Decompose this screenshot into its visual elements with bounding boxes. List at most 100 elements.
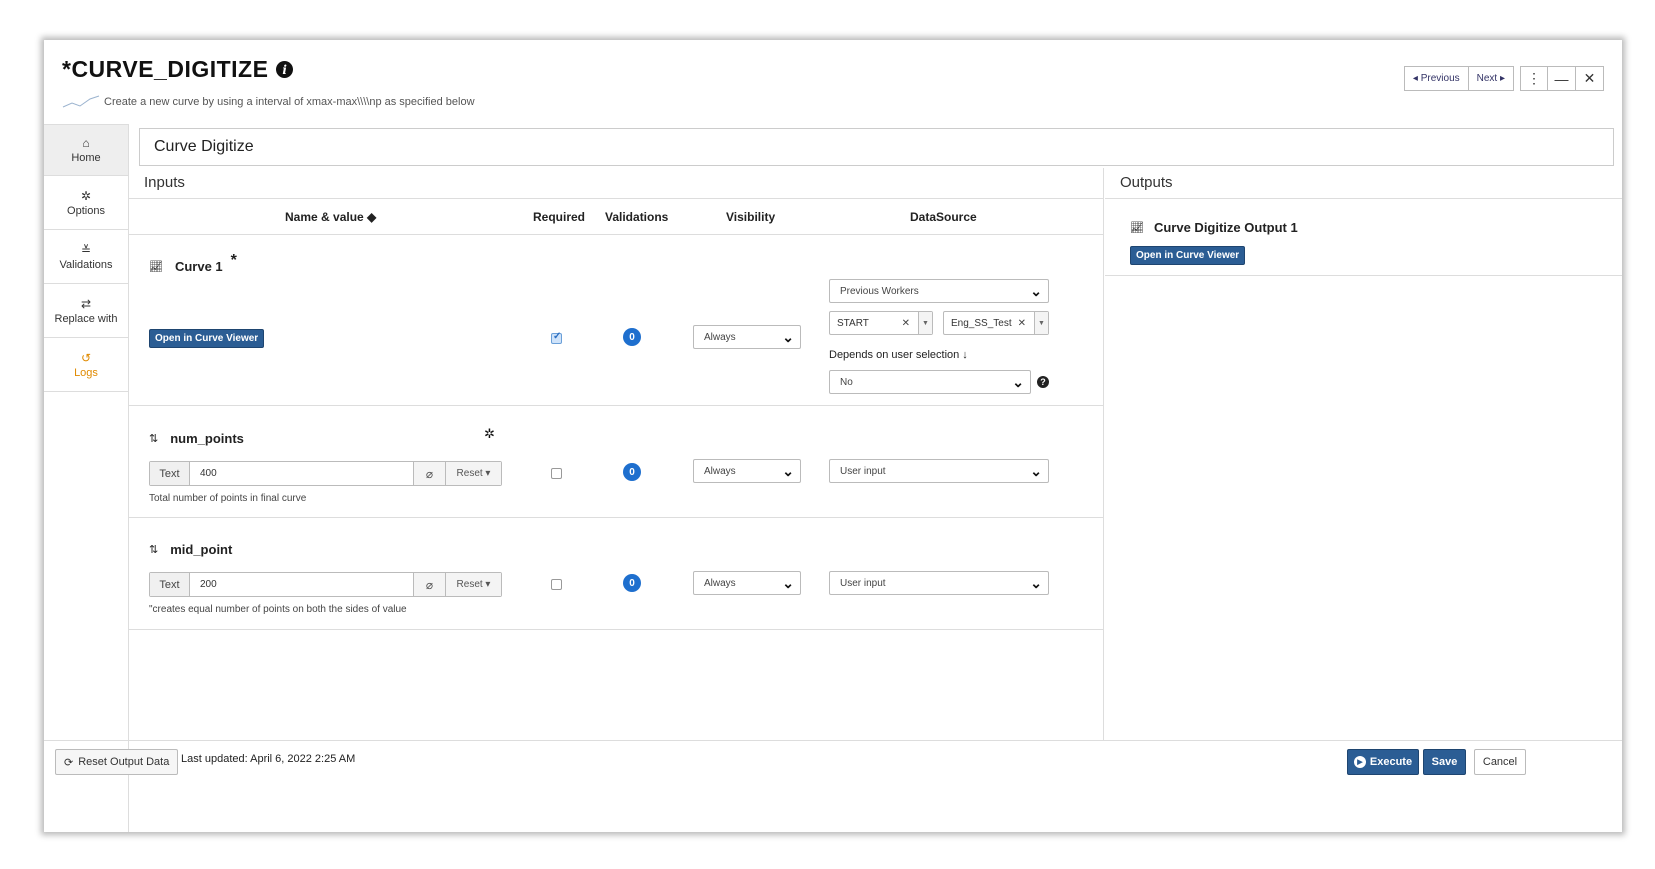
param-name-label: num_points <box>170 431 244 446</box>
curve-icon <box>62 95 100 108</box>
sidebar-item-label: Logs <box>74 366 98 379</box>
open-curve-viewer-button[interactable]: Open in Curve Viewer <box>149 329 265 348</box>
output-name-label: Curve Digitize Output 1 <box>1153 220 1298 235</box>
datasource-select[interactable]: User input ⌄ <box>829 571 1049 595</box>
type-addon: Text <box>150 462 190 485</box>
output-open-curve-viewer-button[interactable]: Open in Curve Viewer <box>1130 246 1246 265</box>
cancel-button[interactable]: Cancel <box>1474 749 1526 775</box>
column-header-required: Required <box>533 210 586 224</box>
curve-name: 📈︎ Curve 1 * <box>149 252 237 275</box>
sidebar-item-logs[interactable]: ↺ Logs <box>44 338 128 392</box>
num-points-input[interactable]: 400 <box>190 462 413 485</box>
save-button[interactable]: Save <box>1423 749 1466 775</box>
visibility-value: Always <box>704 465 736 477</box>
reset-output-data-button[interactable]: ⟳ Reset Output Data <box>55 749 179 775</box>
chevron-down-icon: ⌄ <box>1030 463 1042 479</box>
previous-button[interactable]: ◂ Previous <box>1403 66 1469 91</box>
visibility-select[interactable]: Always ⌄ <box>693 325 801 349</box>
title-text: *CURVE_DIGITIZE <box>62 56 269 82</box>
sidebar: ⌂ Home ✲ Options ≚ Validations ⇄ Replace… <box>44 124 129 832</box>
caret-down-icon[interactable]: ▼ <box>918 312 932 334</box>
name-field[interactable]: Curve Digitize <box>139 128 1614 166</box>
required-mark: * <box>230 252 237 269</box>
required-checkbox[interactable] <box>551 468 562 479</box>
sidebar-item-options[interactable]: ✲ Options <box>44 176 128 230</box>
type-addon: Text <box>150 573 190 596</box>
paperclip-icon[interactable]: ⌀ <box>413 462 445 485</box>
home-icon: ⌂ <box>82 136 90 150</box>
paperclip-icon[interactable]: ⌀ <box>413 573 445 596</box>
minimize-icon[interactable]: — <box>1548 66 1576 91</box>
chart-icon: 📈︎ <box>149 260 163 273</box>
param-name-label: mid_point <box>170 542 233 557</box>
info-icon[interactable]: i <box>276 61 294 78</box>
gear-icon[interactable]: ✲ <box>484 426 495 442</box>
tag-value: START <box>837 317 869 329</box>
required-checkbox[interactable] <box>551 579 562 590</box>
tag-value: Eng_SS_Test <box>951 317 1012 329</box>
param-name: ⇅ num_points <box>149 431 244 446</box>
pager: ◂ Previous Next ▸ <box>1403 66 1514 91</box>
output-name: 📈︎ Curve Digitize Output 1 <box>1130 220 1298 235</box>
visibility-select[interactable]: Always ⌄ <box>693 571 801 595</box>
clear-icon[interactable]: ✕ <box>902 318 910 329</box>
required-checkbox[interactable] <box>551 331 562 344</box>
datasource-value: Previous Workers <box>840 285 919 297</box>
chevron-down-icon: ⌄ <box>782 575 794 591</box>
datasource-select[interactable]: User input ⌄ <box>829 459 1049 483</box>
window-controls: ⋮ — ✕ <box>1520 66 1604 91</box>
execute-button[interactable]: ▶ Execute <box>1347 749 1419 775</box>
visibility-value: Always <box>704 331 736 343</box>
validations-count-badge[interactable]: 0 <box>623 328 641 346</box>
sidebar-item-label: Home <box>71 152 101 164</box>
subtitle-text: Create a new curve by using a interval o… <box>104 96 475 108</box>
page-title: *CURVE_DIGITIZE i <box>62 56 294 83</box>
worker-tag-select[interactable]: START ✕ ▼ <box>829 311 933 335</box>
sidebar-item-label: Validations <box>59 258 113 271</box>
depends-value: No <box>840 376 853 388</box>
depends-select[interactable]: No ⌄ <box>829 370 1031 394</box>
visibility-select[interactable]: Always ⌄ <box>693 459 801 483</box>
validations-count-badge[interactable]: 0 <box>623 574 641 592</box>
num-points-input-group: Text 400 ⌀ Reset ▾ <box>149 461 502 486</box>
visibility-value: Always <box>704 577 736 589</box>
param-help-text: "creates equal number of points on both … <box>149 604 407 615</box>
outputs-title: Outputs <box>1120 174 1173 191</box>
clear-icon[interactable]: ✕ <box>1018 318 1026 329</box>
caret-down-icon[interactable]: ▼ <box>1034 312 1048 334</box>
curve-name-label: Curve 1 <box>174 258 223 274</box>
inputs-panel: Inputs Name & value ◆ Required Validatio… <box>129 168 1104 740</box>
menu-icon[interactable]: ⋮ <box>1520 66 1548 91</box>
sort-numeric-icon: ⇅ <box>149 544 159 556</box>
mid-point-input-group: Text 200 ⌀ Reset ▾ <box>149 572 502 597</box>
footer: ⟳ Reset Output Data Last updated: April … <box>44 740 1622 832</box>
close-icon[interactable]: ✕ <box>1576 66 1604 91</box>
chevron-down-icon: ⌄ <box>782 463 794 479</box>
datasource-select[interactable]: Previous Workers ⌄ <box>829 279 1049 303</box>
output-tag-select[interactable]: Eng_SS_Test ✕ ▼ <box>943 311 1049 335</box>
next-button[interactable]: Next ▸ <box>1468 66 1514 91</box>
chevron-down-icon: ⌄ <box>782 329 794 345</box>
validations-count-badge[interactable]: 0 <box>623 463 641 481</box>
sidebar-item-replace-with[interactable]: ⇄ Replace with <box>44 284 128 338</box>
reset-output-label: Reset Output Data <box>78 756 170 768</box>
sidebar-item-validations[interactable]: ≚ Validations <box>44 230 128 284</box>
datasource-value: User input <box>840 577 886 589</box>
column-header-name[interactable]: Name & value ◆ <box>285 210 376 224</box>
help-icon[interactable]: ? <box>1037 376 1049 388</box>
chevrons-down-icon: ≚ <box>80 242 92 257</box>
reset-button[interactable]: Reset ▾ <box>445 573 501 596</box>
sidebar-item-label: Options <box>67 204 105 217</box>
column-header-visibility: Visibility <box>726 210 776 224</box>
datasource-value: User input <box>840 465 886 477</box>
sidebar-item-home[interactable]: ⌂ Home <box>44 124 128 176</box>
param-help-text: Total number of points in final curve <box>149 493 307 504</box>
outputs-panel: Outputs 📈︎ Curve Digitize Output 1 Open … <box>1105 168 1622 740</box>
history-icon: ↺ <box>80 350 92 365</box>
column-header-datasource: DataSource <box>910 210 977 224</box>
curve-digitize-dialog: *CURVE_DIGITIZE i Create a new curve by … <box>44 40 1622 832</box>
chevron-down-icon: ⌄ <box>1012 374 1024 390</box>
reset-button[interactable]: Reset ▾ <box>445 462 501 485</box>
mid-point-input[interactable]: 200 <box>190 573 413 596</box>
column-header-validations: Validations <box>605 210 669 224</box>
